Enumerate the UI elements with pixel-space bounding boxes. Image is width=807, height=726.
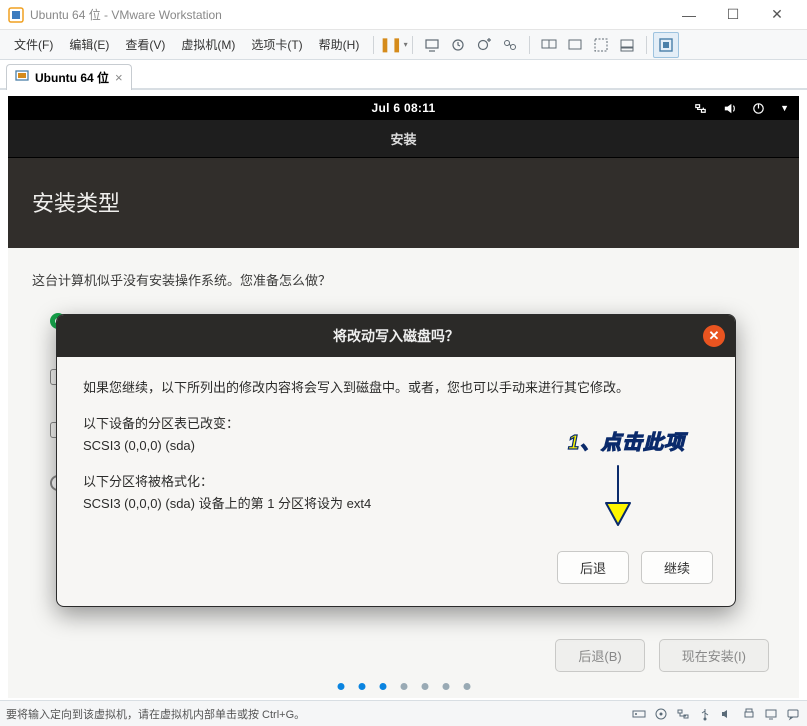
installer-prompt: 这台计算机似乎没有安装操作系统。您准备怎么做？ xyxy=(32,270,775,289)
tray-sound-icon[interactable] xyxy=(719,706,735,722)
toolbar-separator xyxy=(412,36,413,54)
pager-dot xyxy=(358,683,365,690)
vmware-tabbar: Ubuntu 64 位 × xyxy=(0,60,807,90)
dialog-title: 将改动写入磁盘吗？ xyxy=(333,326,459,346)
network-icon[interactable] xyxy=(693,101,708,116)
installer-title: 安装 xyxy=(390,129,416,148)
thumbnail-bar-button[interactable] xyxy=(614,32,640,58)
pager-dot xyxy=(421,683,428,690)
vm-tab-ubuntu[interactable]: Ubuntu 64 位 × xyxy=(6,64,132,90)
vm-tab-label: Ubuntu 64 位 xyxy=(35,69,109,86)
menu-tabs[interactable]: 选项卡(T) xyxy=(243,36,310,53)
tray-hdd-icon[interactable] xyxy=(631,706,647,722)
menu-edit[interactable]: 编辑(E) xyxy=(61,36,117,53)
toolbar-separator xyxy=(373,36,374,54)
vmware-app-icon xyxy=(8,7,24,23)
fullscreen-button[interactable] xyxy=(653,32,679,58)
vmware-device-tray xyxy=(631,706,801,722)
installer-heading: 安装类型 xyxy=(8,158,799,248)
window-minimize-button[interactable]: — xyxy=(667,0,711,30)
dialog-partition-table-changed: 以下设备的分区表已改变： SCSI3 (0,0,0) (sda) xyxy=(83,413,709,457)
vm-tab-icon xyxy=(15,69,29,86)
snapshot-manager-button[interactable] xyxy=(497,32,523,58)
menu-view[interactable]: 查看(V) xyxy=(117,36,173,53)
gnome-top-bar: Jul 6 08:11 ▼ xyxy=(8,96,799,120)
send-ctrl-alt-del-button[interactable] xyxy=(419,32,445,58)
installer-footer: 后退(B) 现在安装(I) xyxy=(555,639,769,672)
menu-file[interactable]: 文件(F) xyxy=(6,36,61,53)
gnome-indicators[interactable]: ▼ xyxy=(693,101,789,116)
window-close-button[interactable]: ✕ xyxy=(755,0,799,30)
vm-tab-close-icon[interactable]: × xyxy=(115,70,123,85)
write-changes-dialog: 将改动写入磁盘吗？ ✕ 如果您继续，以下所列出的修改内容将会写入到磁盘中。或者，… xyxy=(56,314,736,607)
guest-display: Jul 6 08:11 ▼ 安装 安装类型 这台计算机似乎没有安装操作系统。您准… xyxy=(8,96,799,698)
vmware-status-bar: 要将输入定向到该虚拟机，请在虚拟机内部单击或按 Ctrl+G。 xyxy=(0,700,807,726)
vmware-menubar: 文件(F) 编辑(E) 查看(V) 虚拟机(M) 选项卡(T) 帮助(H) ❚❚… xyxy=(0,30,807,60)
tray-message-icon[interactable] xyxy=(785,706,801,722)
pager-dot xyxy=(400,683,407,690)
snapshot-button[interactable] xyxy=(445,32,471,58)
dialog-continue-button[interactable]: 继续 xyxy=(641,551,713,584)
tray-display-icon[interactable] xyxy=(763,706,779,722)
vmware-window-title: Ubuntu 64 位 - VMware Workstation xyxy=(30,6,667,23)
installer-titlebar: 安装 xyxy=(8,120,799,158)
dropdown-icon[interactable]: ▼ xyxy=(780,103,789,113)
installer-pager xyxy=(337,683,470,690)
gnome-datetime[interactable]: Jul 6 08:11 xyxy=(371,101,435,115)
dialog-body: 如果您继续，以下所列出的修改内容将会写入到磁盘中。或者，您也可以手动来进行其它修… xyxy=(57,357,735,547)
vmware-titlebar: Ubuntu 64 位 - VMware Workstation — ☐ ✕ xyxy=(0,0,807,30)
snapshot-add-button[interactable] xyxy=(471,32,497,58)
menu-help[interactable]: 帮助(H) xyxy=(311,36,368,53)
pager-dot xyxy=(442,683,449,690)
pager-dot xyxy=(379,683,386,690)
dialog-titlebar: 将改动写入磁盘吗？ ✕ xyxy=(57,315,735,357)
menu-vm[interactable]: 虚拟机(M) xyxy=(173,36,243,53)
multi-monitor-button[interactable] xyxy=(536,32,562,58)
toolbar-separator xyxy=(646,36,647,54)
tray-usb-icon[interactable] xyxy=(697,706,713,722)
pager-dot xyxy=(337,683,344,690)
unity-button[interactable] xyxy=(588,32,614,58)
tray-network-icon[interactable] xyxy=(675,706,691,722)
toolbar-separator xyxy=(529,36,530,54)
volume-icon[interactable] xyxy=(722,101,737,116)
tray-cd-icon[interactable] xyxy=(653,706,669,722)
pause-vm-button[interactable]: ❚❚▾ xyxy=(380,32,406,58)
dialog-partitions-formatted: 以下分区将被格式化： SCSI3 (0,0,0) (sda) 设备上的第 1 分… xyxy=(83,471,709,515)
installer-back-button[interactable]: 后退(B) xyxy=(555,639,644,672)
tray-printer-icon[interactable] xyxy=(741,706,757,722)
dialog-paragraph-1: 如果您继续，以下所列出的修改内容将会写入到磁盘中。或者，您也可以手动来进行其它修… xyxy=(83,377,709,399)
dialog-back-button[interactable]: 后退 xyxy=(557,551,629,584)
window-maximize-button[interactable]: ☐ xyxy=(711,0,755,30)
pager-dot xyxy=(463,683,470,690)
installer-install-now-button[interactable]: 现在安装(I) xyxy=(659,639,769,672)
power-icon[interactable] xyxy=(751,101,766,116)
vmware-status-message: 要将输入定向到该虚拟机，请在虚拟机内部单击或按 Ctrl+G。 xyxy=(6,706,631,722)
single-monitor-button[interactable] xyxy=(562,32,588,58)
dialog-footer: 后退 继续 xyxy=(57,547,735,606)
dialog-close-button[interactable]: ✕ xyxy=(703,325,725,347)
